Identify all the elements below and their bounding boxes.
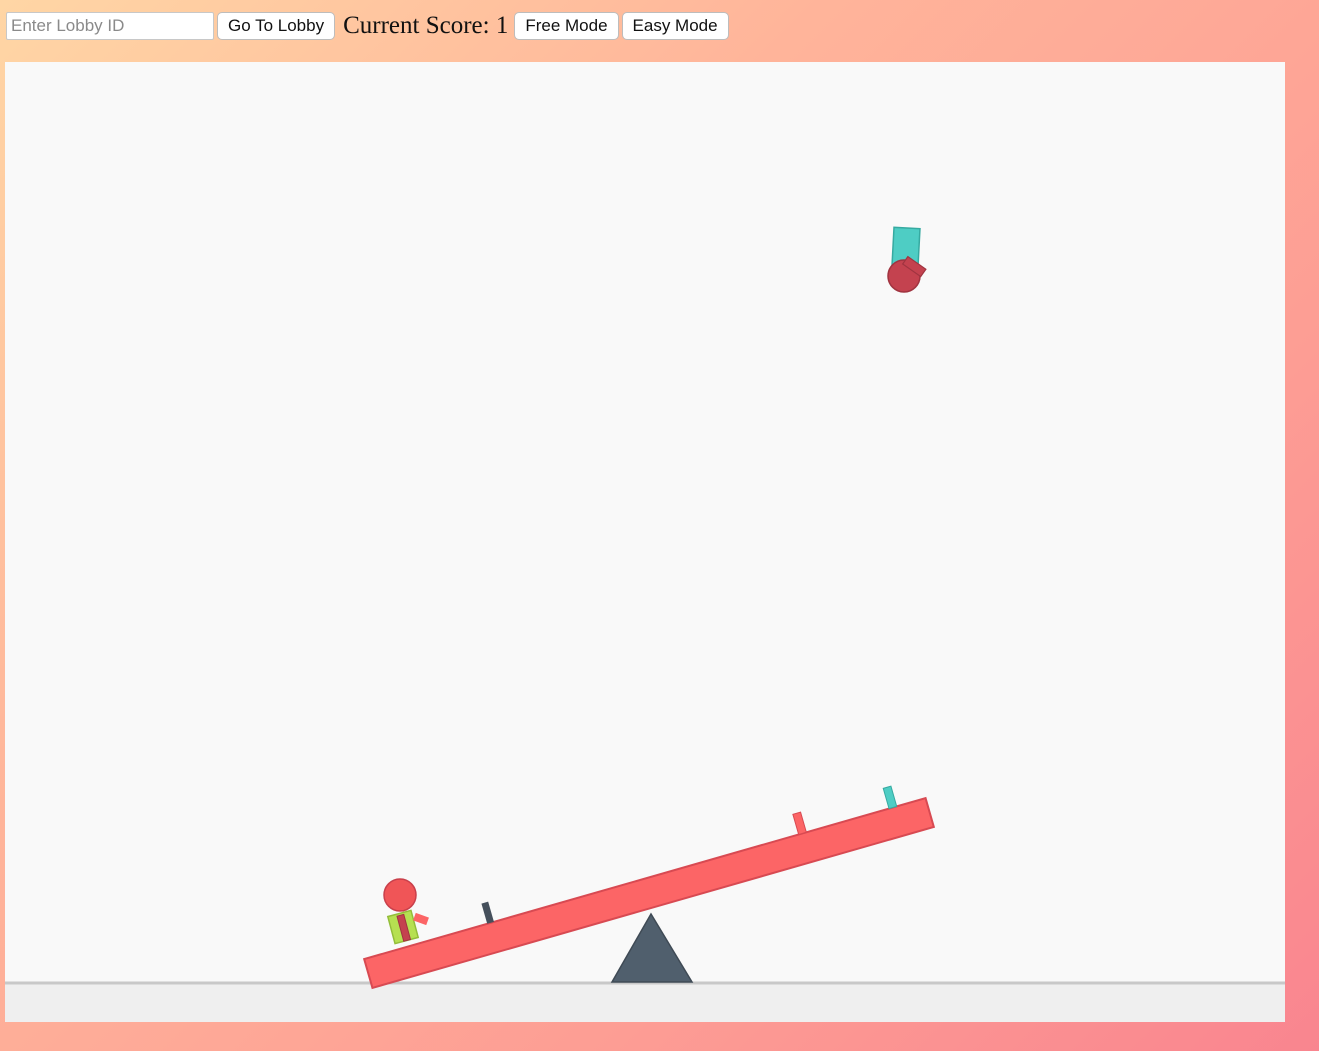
seesaw-peg-dark bbox=[481, 901, 494, 924]
seesaw-peg-red bbox=[792, 811, 807, 836]
ragdoll-player-icon bbox=[383, 878, 429, 945]
go-to-lobby-button[interactable]: Go To Lobby bbox=[217, 12, 336, 40]
score-value: 1 bbox=[495, 12, 509, 39]
seesaw-peg-teal bbox=[882, 785, 898, 810]
player-head bbox=[383, 878, 417, 912]
free-mode-button[interactable]: Free Mode bbox=[514, 12, 619, 40]
score-label: Current Score: bbox=[343, 12, 496, 39]
triangle-fulcrum-icon bbox=[610, 912, 694, 983]
toolbar: Go To Lobby Current Score: 1 Free Mode E… bbox=[6, 10, 729, 42]
ground bbox=[5, 982, 1285, 1022]
player-hand bbox=[413, 912, 429, 926]
falling-hammer-icon bbox=[887, 226, 927, 293]
easy-mode-button[interactable]: Easy Mode bbox=[621, 12, 729, 40]
current-score: Current Score: 1 bbox=[343, 12, 508, 40]
lobby-id-input[interactable] bbox=[6, 12, 214, 40]
game-canvas[interactable] bbox=[5, 62, 1285, 1022]
game-scene bbox=[5, 226, 1285, 1022]
